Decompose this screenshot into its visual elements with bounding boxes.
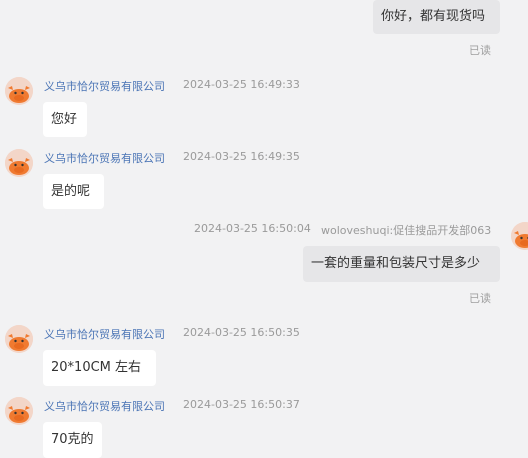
message-time: 2024-03-25 16:50:04: [194, 222, 311, 235]
cow-avatar-icon: [5, 77, 33, 105]
read-status: 已读: [469, 44, 491, 57]
message-bubble-outgoing[interactable]: 你好，都有现货吗: [373, 0, 500, 34]
sender-avatar[interactable]: [5, 77, 33, 105]
message-time: 2024-03-25 16:50:37: [183, 398, 300, 411]
message-text: 是的呢: [51, 184, 91, 199]
message-bubble-incoming[interactable]: 70克的: [43, 422, 102, 458]
read-status: 已读: [469, 292, 491, 305]
sender-avatar[interactable]: [5, 149, 33, 177]
sender-name[interactable]: 义乌市恰尔贸易有限公司: [44, 150, 165, 166]
sender-avatar[interactable]: [5, 325, 33, 353]
cow-avatar-icon: [511, 222, 528, 250]
message-bubble-incoming[interactable]: 是的呢: [43, 174, 104, 209]
message-bubble-outgoing[interactable]: 一套的重量和包装尺寸是多少: [303, 246, 500, 282]
sender-name[interactable]: 义乌市恰尔贸易有限公司: [44, 326, 165, 342]
sender-avatar[interactable]: [5, 397, 33, 425]
message-time: 2024-03-25 16:49:33: [183, 78, 300, 91]
sender-name: woloveshuqi:促佳搜品开发部063: [321, 224, 492, 237]
message-bubble-incoming[interactable]: 您好: [43, 102, 87, 137]
sender-name[interactable]: 义乌市恰尔贸易有限公司: [44, 78, 165, 94]
message-bubble-incoming[interactable]: 20*10CM 左右: [43, 350, 156, 386]
sender-name[interactable]: 义乌市恰尔贸易有限公司: [44, 398, 165, 414]
message-text: 20*10CM 左右: [51, 360, 142, 375]
message-text: 70克的: [51, 432, 94, 447]
message-text: 您好: [51, 112, 78, 127]
cow-avatar-icon: [5, 397, 33, 425]
message-text: 你好，都有现货吗: [381, 9, 486, 24]
message-time: 2024-03-25 16:50:35: [183, 326, 300, 339]
message-text: 一套的重量和包装尺寸是多少: [311, 256, 481, 271]
cow-avatar-icon: [5, 149, 33, 177]
message-time: 2024-03-25 16:49:35: [183, 150, 300, 163]
my-avatar[interactable]: [511, 222, 528, 250]
cow-avatar-icon: [5, 325, 33, 353]
